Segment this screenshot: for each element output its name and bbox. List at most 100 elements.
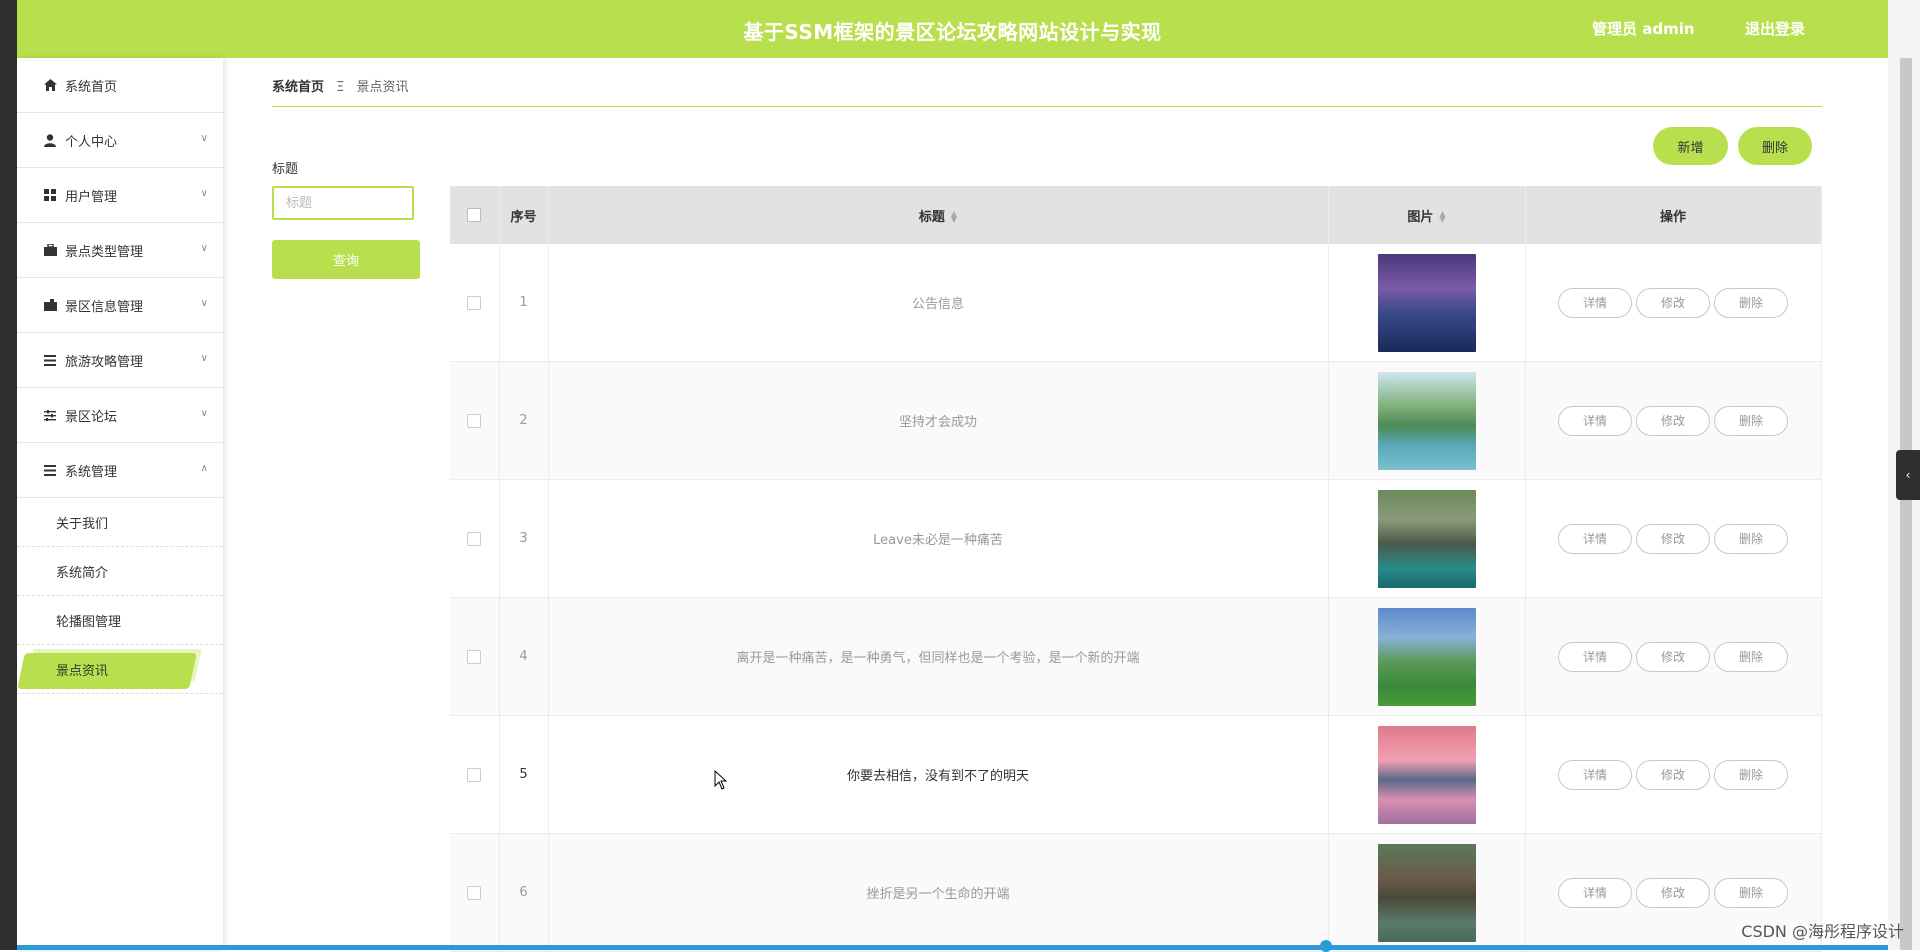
row-checkbox[interactable] — [467, 649, 482, 664]
table-row: 4 离开是一种痛苦，是一种勇气，但同样也是一个考验，是一个新的开端 详情 修改 删除 — [450, 597, 1822, 716]
breadcrumb-separator-icon: Ξ — [336, 80, 345, 95]
row-checkbox[interactable] — [467, 767, 482, 782]
sidebar-item-guides[interactable]: 旅游攻略管理 ∨ — [17, 333, 223, 388]
detail-button[interactable]: 详情 — [1558, 877, 1632, 908]
horizontal-scrollbar[interactable] — [17, 945, 1888, 950]
detail-button[interactable]: 详情 — [1558, 641, 1632, 672]
row-id: 3 — [499, 479, 549, 598]
detail-button[interactable]: 详情 — [1558, 759, 1632, 790]
row-id: 5 — [499, 715, 549, 834]
edit-button[interactable]: 修改 — [1636, 877, 1710, 908]
sidebar-subitem-label: 系统简介 — [56, 565, 109, 581]
chevron-down-icon: ∨ — [200, 298, 208, 309]
edit-button[interactable]: 修改 — [1636, 287, 1710, 318]
breadcrumb-home[interactable]: 系统首页 — [272, 80, 324, 95]
sidebar-item-label: 景点类型管理 — [65, 244, 144, 260]
add-button[interactable]: 新增 — [1653, 127, 1728, 165]
row-thumbnail-image — [1377, 489, 1476, 588]
sidebar-item-home[interactable]: 系统首页 — [17, 58, 223, 113]
breadcrumb-divider — [272, 106, 1822, 107]
logout-link[interactable]: 退出登录 — [1745, 18, 1805, 39]
scrollbar-thumb[interactable] — [1320, 940, 1332, 952]
column-header-image-label: 图片 — [1407, 209, 1434, 225]
watermark: CSDN @海彤程序设计 — [1741, 922, 1904, 941]
collapse-handle-icon[interactable]: ‹ — [1896, 450, 1920, 500]
user-icon — [43, 133, 57, 147]
row-checkbox[interactable] — [467, 295, 482, 310]
title-search-input[interactable] — [272, 186, 414, 220]
list-icon — [43, 463, 57, 477]
home-icon — [43, 78, 57, 92]
table-row: 1 公告信息 详情 修改 删除 — [450, 244, 1822, 362]
column-header-title[interactable]: 标题 ▲ ▼ — [548, 186, 1329, 244]
chevron-down-icon: ∨ — [200, 133, 208, 144]
list-icon — [43, 353, 57, 367]
row-delete-button[interactable]: 删除 — [1714, 405, 1788, 436]
sidebar-subitem-news[interactable]: 景点资讯 — [17, 645, 223, 694]
row-delete-button[interactable]: 删除 — [1714, 877, 1788, 908]
sidebar-subitem-label: 关于我们 — [56, 516, 109, 532]
table-row: 6 挫折是另一个生命的开端 详情 修改 删除 — [450, 833, 1822, 952]
top-header: 基于SSM框架的景区论坛攻略网站设计与实现 管理员 admin 退出登录 — [17, 0, 1888, 58]
row-thumbnail-image — [1377, 607, 1476, 706]
edit-button[interactable]: 修改 — [1636, 523, 1710, 554]
table-header-row: 序号 标题 ▲ ▼ 图片 ▲ ▼ 操作 — [450, 186, 1822, 244]
sidebar-subitem-intro[interactable]: 系统简介 — [17, 547, 223, 596]
sidebar-item-label: 景区论坛 — [65, 409, 118, 425]
edit-button[interactable]: 修改 — [1636, 405, 1710, 436]
sidebar-item-users[interactable]: 用户管理 ∨ — [17, 168, 223, 223]
row-delete-button[interactable]: 删除 — [1714, 523, 1788, 554]
row-title: 挫折是另一个生命的开端 — [548, 833, 1329, 952]
column-header-image[interactable]: 图片 ▲ ▼ — [1328, 186, 1526, 244]
row-delete-button[interactable]: 删除 — [1714, 287, 1788, 318]
select-all-cell — [450, 186, 500, 244]
sidebar-item-system[interactable]: 系统管理 ∧ — [17, 443, 223, 498]
sidebar-item-label: 系统管理 — [65, 464, 118, 480]
sliders-icon — [43, 408, 57, 422]
sidebar-item-profile[interactable]: 个人中心 ∨ — [17, 113, 223, 168]
row-actions: 详情 修改 删除 — [1525, 479, 1822, 598]
detail-button[interactable]: 详情 — [1558, 523, 1632, 554]
breadcrumb: 系统首页 Ξ 景点资讯 — [272, 76, 409, 95]
chevron-down-icon: ∨ — [200, 188, 208, 199]
row-checkbox[interactable] — [467, 531, 482, 546]
row-actions: 详情 修改 删除 — [1525, 244, 1822, 362]
detail-button[interactable]: 详情 — [1558, 287, 1632, 318]
chevron-down-icon: ∨ — [200, 243, 208, 254]
sort-icon[interactable]: ▲ ▼ — [951, 210, 957, 224]
detail-button[interactable]: 详情 — [1558, 405, 1632, 436]
breadcrumb-current: 景点资讯 — [356, 80, 409, 95]
row-id: 1 — [499, 244, 549, 362]
query-button[interactable]: 查询 — [272, 240, 420, 279]
edit-button[interactable]: 修改 — [1636, 641, 1710, 672]
row-thumbnail-image — [1377, 725, 1476, 824]
delete-button[interactable]: 删除 — [1738, 127, 1812, 165]
row-checkbox[interactable] — [467, 413, 482, 428]
sidebar-item-scenic-types[interactable]: 景点类型管理 ∨ — [17, 223, 223, 278]
sort-icon[interactable]: ▲ ▼ — [1439, 210, 1445, 224]
sidebar-subitem-carousel[interactable]: 轮播图管理 — [17, 596, 223, 645]
sidebar-item-scenic-info[interactable]: 景区信息管理 ∨ — [17, 278, 223, 333]
page-scrollbar[interactable] — [1900, 58, 1912, 950]
sidebar-item-label: 景区信息管理 — [65, 299, 144, 315]
sidebar: 系统首页 个人中心 ∨ 用户管理 ∨ 景点类型管理 ∨ 景区信息管理 ∨ 旅游攻… — [17, 58, 223, 950]
row-delete-button[interactable]: 删除 — [1714, 759, 1788, 790]
briefcase-icon — [43, 243, 57, 257]
row-actions: 详情 修改 删除 — [1525, 715, 1822, 834]
select-all-checkbox[interactable] — [467, 208, 482, 222]
row-checkbox[interactable] — [467, 885, 482, 900]
admin-label: 管理员 admin — [1592, 20, 1695, 38]
sidebar-item-label: 旅游攻略管理 — [65, 354, 144, 370]
row-title: Leave未必是一种痛苦 — [548, 479, 1329, 598]
row-delete-button[interactable]: 删除 — [1714, 641, 1788, 672]
news-table: 序号 标题 ▲ ▼ 图片 ▲ ▼ 操作 1 公告信息 详情 修改 删除 2 坚持才会成功 — [450, 186, 1822, 952]
grid-icon — [43, 188, 57, 202]
edit-button[interactable]: 修改 — [1636, 759, 1710, 790]
sidebar-item-label: 用户管理 — [65, 189, 118, 205]
sidebar-subitem-about[interactable]: 关于我们 — [17, 498, 223, 547]
row-actions: 详情 修改 删除 — [1525, 597, 1822, 716]
column-header-title-label: 标题 — [918, 209, 945, 225]
sidebar-item-forum[interactable]: 景区论坛 ∨ — [17, 388, 223, 443]
chevron-down-icon: ∨ — [200, 353, 208, 364]
row-title: 公告信息 — [548, 244, 1329, 362]
